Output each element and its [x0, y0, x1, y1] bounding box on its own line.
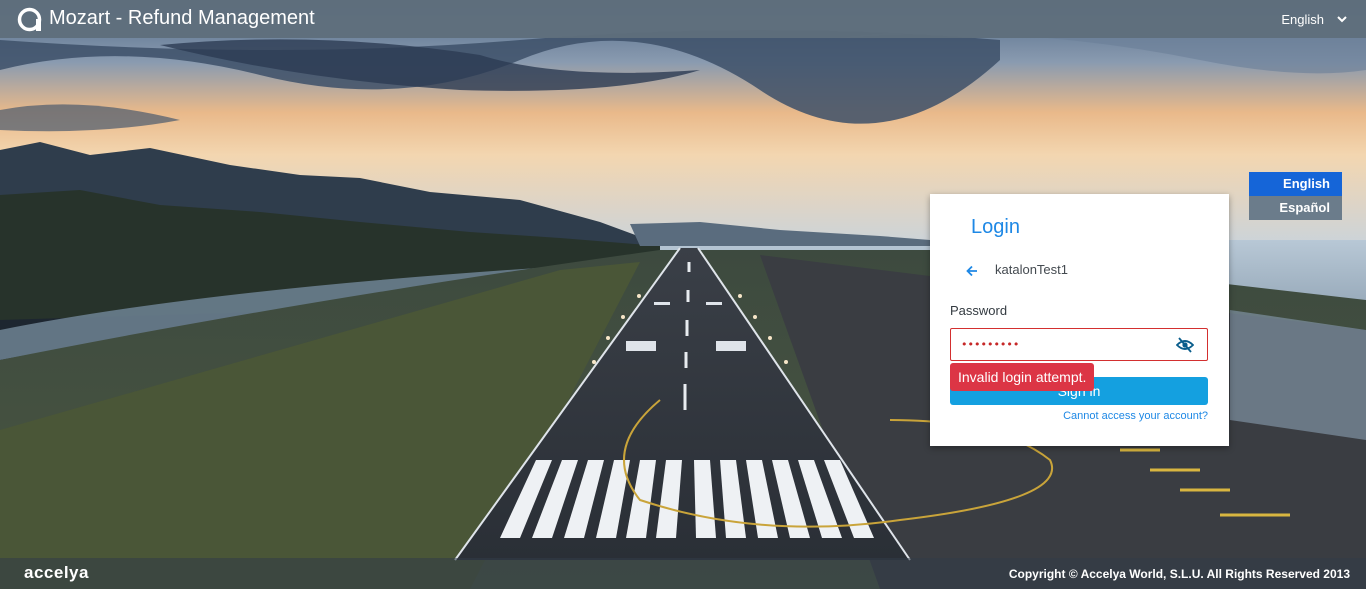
forgot-account-link[interactable]: Cannot access your account?	[1063, 410, 1208, 422]
username-display: katalonTest1	[995, 262, 1068, 277]
logo-icon	[17, 7, 42, 32]
language-dropdown[interactable]: English	[1281, 8, 1348, 30]
brand-logo: accelya	[24, 563, 89, 582]
password-label: Password	[950, 303, 1008, 318]
chevron-down-icon	[1337, 16, 1347, 23]
eye-slash-icon[interactable]	[1176, 337, 1194, 353]
password-input[interactable]	[961, 329, 1161, 360]
login-title: Login	[971, 216, 1020, 238]
error-message: Invalid login attempt.	[950, 363, 1095, 391]
app-title: Mozart - Refund Management	[49, 7, 315, 29]
password-field	[950, 328, 1208, 361]
login-card: Login katalonTest1 Password Sign in Inva…	[930, 194, 1229, 446]
copyright-text: Copyright © Accelya World, S.L.U. All Ri…	[1008, 567, 1350, 581]
language-dropdown-label: English	[1281, 11, 1324, 27]
top-navigation-bar: Mozart - Refund Management English	[0, 0, 1366, 38]
language-option-english[interactable]: English	[1249, 172, 1342, 196]
language-option-espanol[interactable]: Español	[1249, 196, 1342, 220]
footer: accelya Copyright © Accelya World, S.L.U…	[0, 558, 1366, 589]
language-menu: English Español	[1249, 172, 1342, 220]
back-arrow-icon[interactable]	[965, 264, 979, 278]
